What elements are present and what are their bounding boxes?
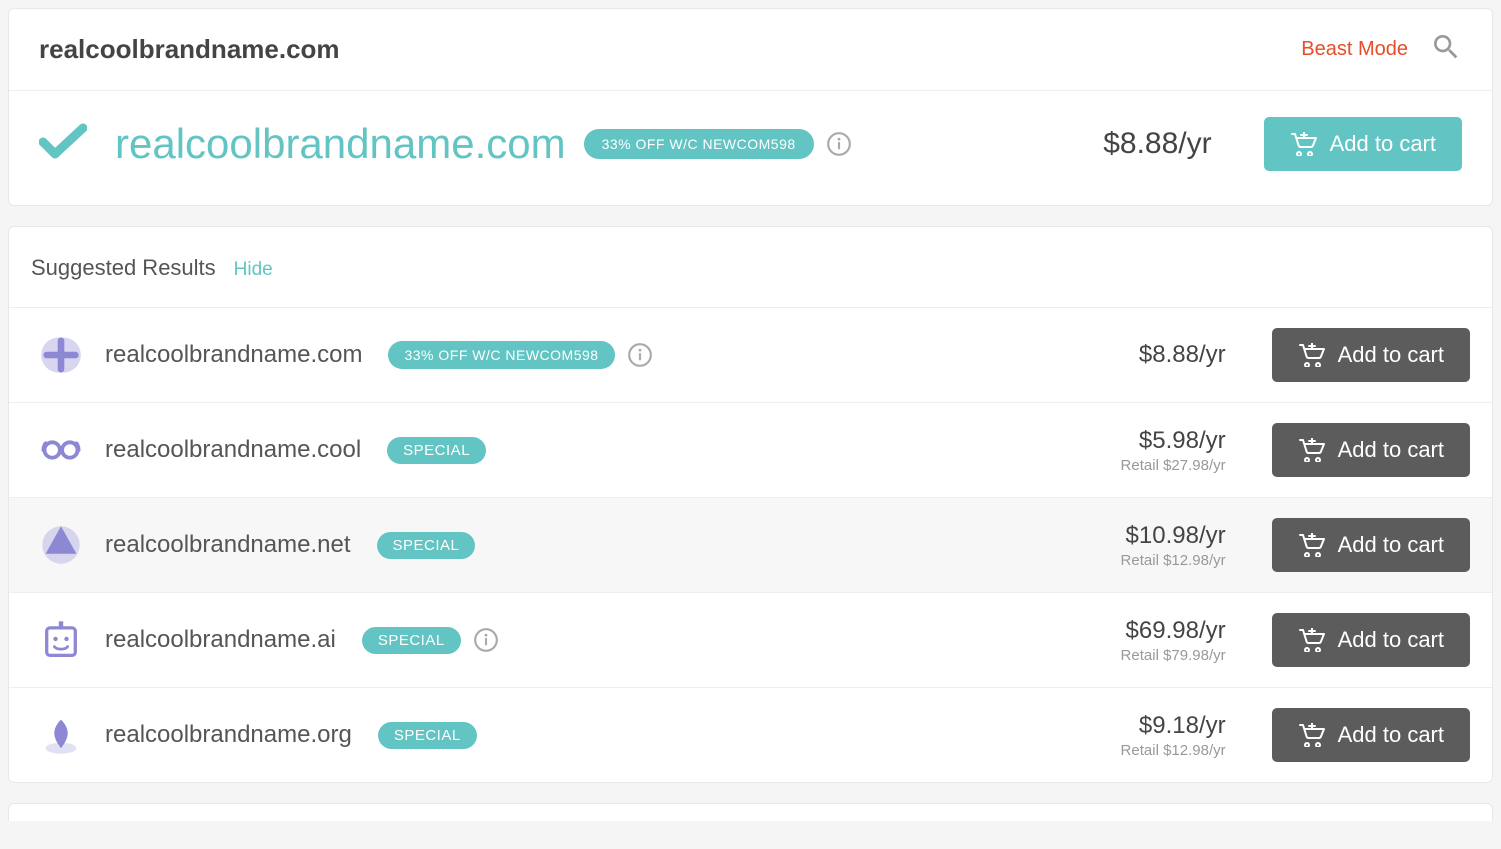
add-to-cart-label: Add to cart <box>1338 342 1444 368</box>
domain-name: realcoolbrandname.com <box>105 341 362 369</box>
special-badge: SPECIAL <box>362 627 461 654</box>
tld-icon <box>39 523 83 567</box>
info-icon[interactable] <box>627 342 653 368</box>
add-to-cart-label: Add to cart <box>1330 131 1436 157</box>
tld-icon <box>39 618 83 662</box>
suggested-title: Suggested Results <box>31 255 216 281</box>
retail-price: Retail $12.98/yr <box>1076 742 1226 759</box>
featured-result: realcoolbrandname.com 33% OFF W/C NEWCOM… <box>9 91 1492 205</box>
retail-price: Retail $27.98/yr <box>1076 457 1226 474</box>
add-to-cart-button[interactable]: Add to cart <box>1272 328 1470 382</box>
tld-icon <box>39 428 83 472</box>
cart-plus-icon <box>1298 628 1326 652</box>
special-badge: SPECIAL <box>387 437 486 464</box>
add-to-cart-label: Add to cart <box>1338 627 1444 653</box>
info-icon[interactable] <box>826 131 852 157</box>
next-panel-peek <box>8 803 1493 821</box>
special-badge: SPECIAL <box>377 532 476 559</box>
promo-badge: 33% OFF W/C NEWCOM598 <box>584 129 814 159</box>
add-to-cart-label: Add to cart <box>1338 437 1444 463</box>
domain-name: realcoolbrandname.org <box>105 721 352 749</box>
info-icon[interactable] <box>473 627 499 653</box>
cart-plus-icon <box>1290 132 1318 156</box>
price: $69.98/yr <box>1076 617 1226 645</box>
domain-name: realcoolbrandname.cool <box>105 436 361 464</box>
add-to-cart-button[interactable]: Add to cart <box>1264 117 1462 171</box>
cart-plus-icon <box>1298 343 1326 367</box>
price-column: $10.98/yr Retail $12.98/yr <box>1076 522 1226 569</box>
add-to-cart-button[interactable]: Add to cart <box>1272 613 1470 667</box>
domain-name: realcoolbrandname.ai <box>105 626 336 654</box>
hide-link[interactable]: Hide <box>234 259 273 281</box>
retail-price: Retail $79.98/yr <box>1076 647 1226 664</box>
add-to-cart-button[interactable]: Add to cart <box>1272 518 1470 572</box>
result-row: realcoolbrandname.net SPECIAL $10.98/yr … <box>9 497 1492 592</box>
tld-icon <box>39 713 83 757</box>
featured-domain-name: realcoolbrandname.com <box>115 120 566 168</box>
result-row: realcoolbrandname.com 33% OFF W/C NEWCOM… <box>9 307 1492 402</box>
price-column: $8.88/yr <box>1076 341 1226 369</box>
search-bar: Beast Mode <box>9 9 1492 91</box>
beast-mode-link[interactable]: Beast Mode <box>1301 38 1408 61</box>
domain-search-input[interactable] <box>39 34 1301 65</box>
price: $8.88/yr <box>1076 341 1226 369</box>
price-column: $9.18/yr Retail $12.98/yr <box>1076 712 1226 759</box>
check-icon <box>39 123 87 166</box>
price: $9.18/yr <box>1076 712 1226 740</box>
cart-plus-icon <box>1298 723 1326 747</box>
price-column: $69.98/yr Retail $79.98/yr <box>1076 617 1226 664</box>
result-row: realcoolbrandname.ai SPECIAL $69.98/yr R… <box>9 592 1492 687</box>
add-to-cart-button[interactable]: Add to cart <box>1272 708 1470 762</box>
retail-price: Retail $12.98/yr <box>1076 552 1226 569</box>
add-to-cart-label: Add to cart <box>1338 722 1444 748</box>
featured-price: $8.88/yr <box>1103 127 1211 161</box>
price: $5.98/yr <box>1076 427 1226 455</box>
suggested-header: Suggested Results Hide <box>9 227 1492 307</box>
search-icon[interactable] <box>1430 31 1462 68</box>
price: $10.98/yr <box>1076 522 1226 550</box>
price-column: $5.98/yr Retail $27.98/yr <box>1076 427 1226 474</box>
add-to-cart-button[interactable]: Add to cart <box>1272 423 1470 477</box>
promo-badge: 33% OFF W/C NEWCOM598 <box>388 341 614 369</box>
add-to-cart-label: Add to cart <box>1338 532 1444 558</box>
cart-plus-icon <box>1298 533 1326 557</box>
domain-name: realcoolbrandname.net <box>105 531 351 559</box>
suggested-panel: Suggested Results Hide realcoolbrandname… <box>8 226 1493 783</box>
result-row: realcoolbrandname.org SPECIAL $9.18/yr R… <box>9 687 1492 782</box>
cart-plus-icon <box>1298 438 1326 462</box>
search-panel: Beast Mode realcoolbrandname.com 33% OFF… <box>8 8 1493 206</box>
tld-icon <box>39 333 83 377</box>
result-row: realcoolbrandname.cool SPECIAL $5.98/yr … <box>9 402 1492 497</box>
special-badge: SPECIAL <box>378 722 477 749</box>
